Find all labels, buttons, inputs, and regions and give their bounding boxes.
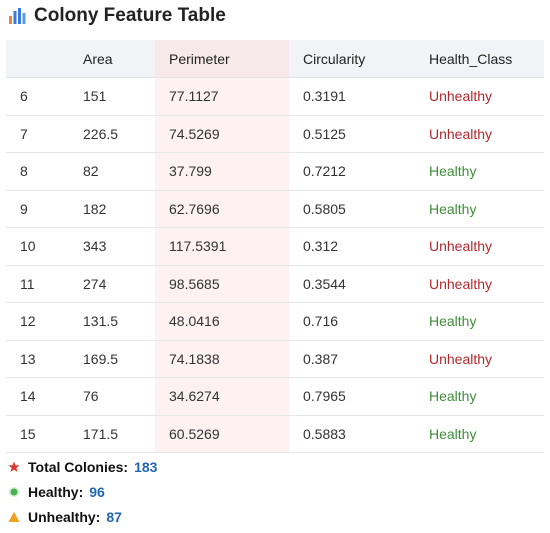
- row-index-cell: 7: [6, 114, 83, 153]
- health-class-cell: Unhealthy: [415, 77, 544, 115]
- colony-feature-table: Area Perimeter Circularity Health_Class …: [6, 40, 544, 453]
- health-class-cell: Unhealthy: [415, 227, 544, 265]
- column-header-perimeter[interactable]: Perimeter: [155, 40, 289, 78]
- summary-unhealthy: Unhealthy: 87: [8, 508, 157, 526]
- row-index-cell: 12: [6, 302, 83, 340]
- table-row[interactable]: 6 151 77.1127 0.3191 Unhealthy: [6, 77, 544, 115]
- circularity-cell: 0.5805: [289, 189, 415, 228]
- circularity-cell: 0.387: [289, 339, 415, 378]
- bar-chart-icon: [9, 8, 26, 24]
- summary-healthy: Healthy: 96: [8, 483, 157, 501]
- area-cell: 226.5: [83, 114, 155, 153]
- table-row[interactable]: 10 343 117.5391 0.312 Unhealthy: [6, 227, 544, 265]
- green-dot-icon: [8, 486, 20, 498]
- table-body: 6 151 77.1127 0.3191 Unhealthy 7 226.5 74.5269 0…: [6, 77, 544, 453]
- area-cell: 76: [83, 377, 155, 415]
- total-colonies-label: Total Colonies:: [28, 459, 129, 475]
- perimeter-cell: 98.5685: [155, 264, 289, 303]
- perimeter-cell: 37.799: [155, 152, 289, 190]
- page-header: Colony Feature Table: [8, 4, 226, 28]
- table-row[interactable]: 11 274 98.5685 0.3544 Unhealthy: [6, 264, 544, 303]
- perimeter-cell: 77.1127: [155, 77, 289, 115]
- unhealthy-label: Unhealthy:: [28, 509, 101, 525]
- health-class-cell: Unhealthy: [415, 339, 544, 378]
- column-header-circularity[interactable]: Circularity: [289, 40, 415, 78]
- area-cell: 343: [83, 227, 155, 265]
- table-row[interactable]: 7 226.5 74.5269 0.5125 Unhealthy: [6, 114, 544, 153]
- table-row[interactable]: 12 131.5 48.0416 0.716 Healthy: [6, 302, 544, 340]
- table-row[interactable]: 14 76 34.6274 0.7965 Healthy: [6, 377, 544, 415]
- circularity-cell: 0.5883: [289, 414, 415, 453]
- health-class-cell: Unhealthy: [415, 264, 544, 303]
- warning-triangle-icon: [8, 511, 20, 522]
- circularity-cell: 0.716: [289, 302, 415, 340]
- table-row[interactable]: 15 171.5 60.5269 0.5883 Healthy: [6, 414, 544, 453]
- row-index-cell: 9: [6, 189, 83, 228]
- row-index-cell: 10: [6, 227, 83, 265]
- circularity-cell: 0.7212: [289, 152, 415, 190]
- health-class-cell: Healthy: [415, 152, 544, 190]
- table-header-row: Area Perimeter Circularity Health_Class: [6, 40, 544, 78]
- area-cell: 151: [83, 77, 155, 115]
- star-icon: [8, 461, 20, 472]
- summary-total: Total Colonies: 183: [8, 458, 157, 476]
- area-cell: 169.5: [83, 339, 155, 378]
- row-index-cell: 11: [6, 264, 83, 303]
- perimeter-cell: 34.6274: [155, 377, 289, 415]
- summary-panel: Total Colonies: 183 Healthy: 96 Unhealth…: [8, 458, 157, 533]
- row-index-cell: 6: [6, 77, 83, 115]
- area-cell: 274: [83, 264, 155, 303]
- area-cell: 182: [83, 189, 155, 228]
- perimeter-cell: 62.7696: [155, 189, 289, 228]
- area-cell: 171.5: [83, 414, 155, 453]
- row-index-cell: 15: [6, 414, 83, 453]
- total-colonies-value: 183: [134, 459, 158, 475]
- row-index-cell: 8: [6, 152, 83, 190]
- circularity-cell: 0.312: [289, 227, 415, 265]
- table-row[interactable]: 13 169.5 74.1838 0.387 Unhealthy: [6, 339, 544, 378]
- health-class-cell: Healthy: [415, 377, 544, 415]
- perimeter-cell: 74.5269: [155, 114, 289, 153]
- healthy-label: Healthy:: [28, 484, 84, 500]
- table-row[interactable]: 8 82 37.799 0.7212 Healthy: [6, 152, 544, 190]
- column-header-health-class[interactable]: Health_Class: [415, 40, 544, 78]
- area-cell: 131.5: [83, 302, 155, 340]
- area-cell: 82: [83, 152, 155, 190]
- healthy-value: 96: [89, 484, 105, 500]
- row-index-cell: 13: [6, 339, 83, 378]
- column-header-index: [6, 40, 83, 78]
- perimeter-cell: 48.0416: [155, 302, 289, 340]
- circularity-cell: 0.7965: [289, 377, 415, 415]
- health-class-cell: Healthy: [415, 302, 544, 340]
- perimeter-cell: 117.5391: [155, 227, 289, 265]
- page-title: Colony Feature Table: [34, 5, 226, 26]
- circularity-cell: 0.3191: [289, 77, 415, 115]
- row-index-cell: 14: [6, 377, 83, 415]
- perimeter-cell: 60.5269: [155, 414, 289, 453]
- circularity-cell: 0.5125: [289, 114, 415, 153]
- circularity-cell: 0.3544: [289, 264, 415, 303]
- health-class-cell: Healthy: [415, 189, 544, 228]
- perimeter-cell: 74.1838: [155, 339, 289, 378]
- health-class-cell: Healthy: [415, 414, 544, 453]
- column-header-area[interactable]: Area: [83, 40, 155, 78]
- table-row[interactable]: 9 182 62.7696 0.5805 Healthy: [6, 189, 544, 228]
- unhealthy-value: 87: [106, 509, 122, 525]
- health-class-cell: Unhealthy: [415, 114, 544, 153]
